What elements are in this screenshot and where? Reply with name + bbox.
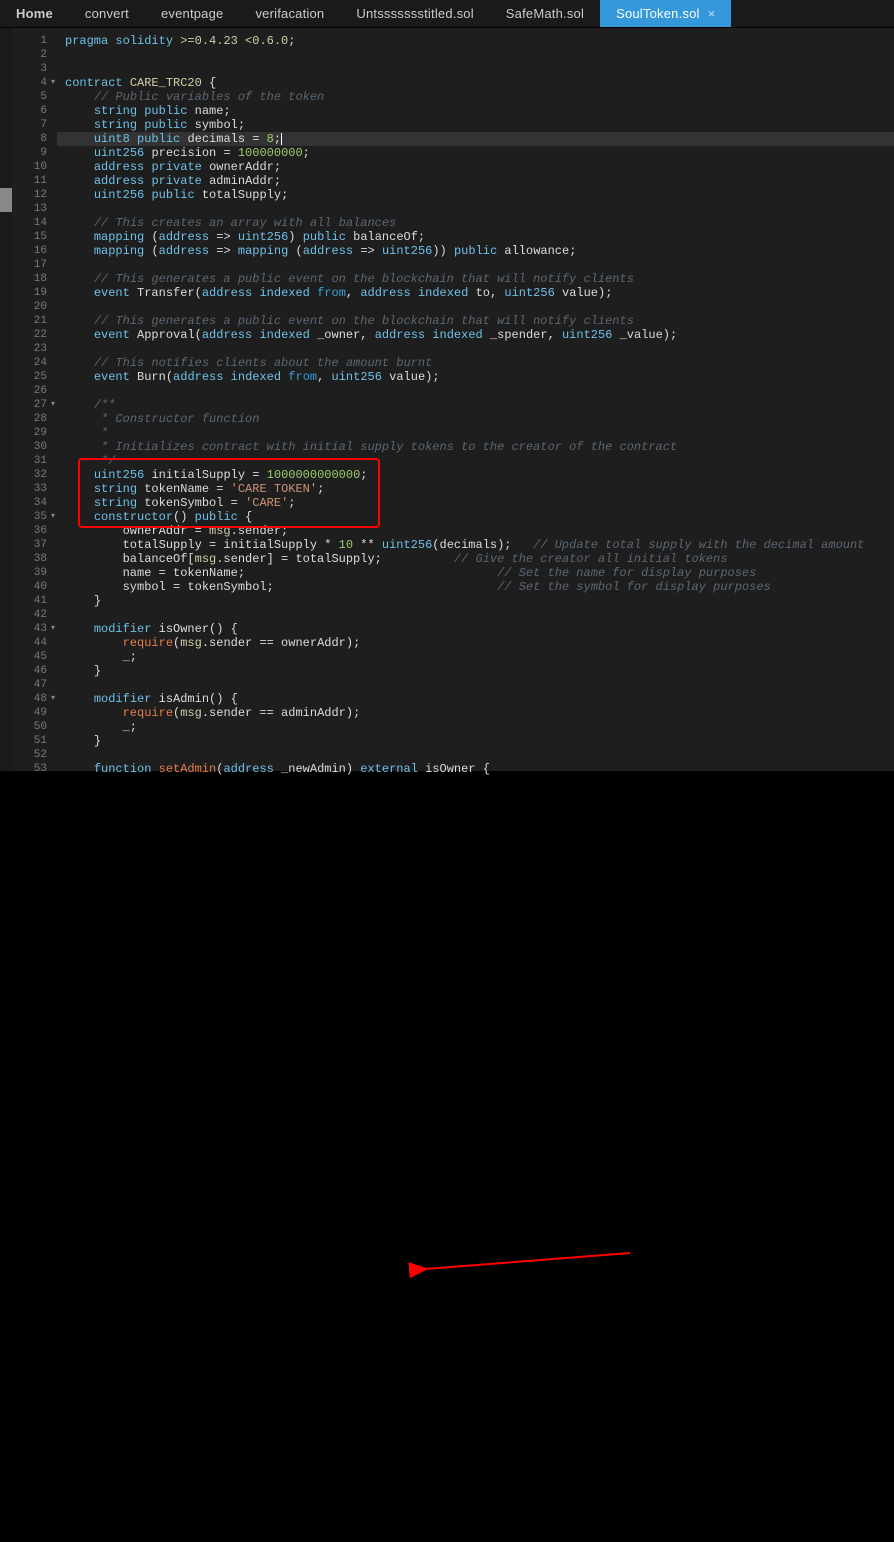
tab-bar: Home convert eventpage verifacation Unts…: [0, 0, 894, 28]
tab-soultoken[interactable]: SoulToken.sol ×: [600, 0, 731, 27]
line-gutter: 1234▾56789101112131415161718192021222324…: [12, 28, 57, 771]
side-strip: [0, 28, 12, 771]
annotation-arrow: [0, 771, 894, 1542]
code-area[interactable]: pragma solidity >=0.4.23 <0.6.0;contract…: [57, 28, 894, 771]
tab-safemath[interactable]: SafeMath.sol: [490, 0, 600, 27]
side-handle[interactable]: [0, 188, 12, 212]
tab-eventpage[interactable]: eventpage: [145, 0, 240, 27]
tab-verifacation[interactable]: verifacation: [239, 0, 340, 27]
tab-convert[interactable]: convert: [69, 0, 145, 27]
close-icon[interactable]: ×: [708, 6, 716, 21]
tab-home[interactable]: Home: [0, 0, 69, 27]
editor: 1234▾56789101112131415161718192021222324…: [0, 28, 894, 771]
tab-untitled[interactable]: Untssssssstitled.sol: [340, 0, 489, 27]
